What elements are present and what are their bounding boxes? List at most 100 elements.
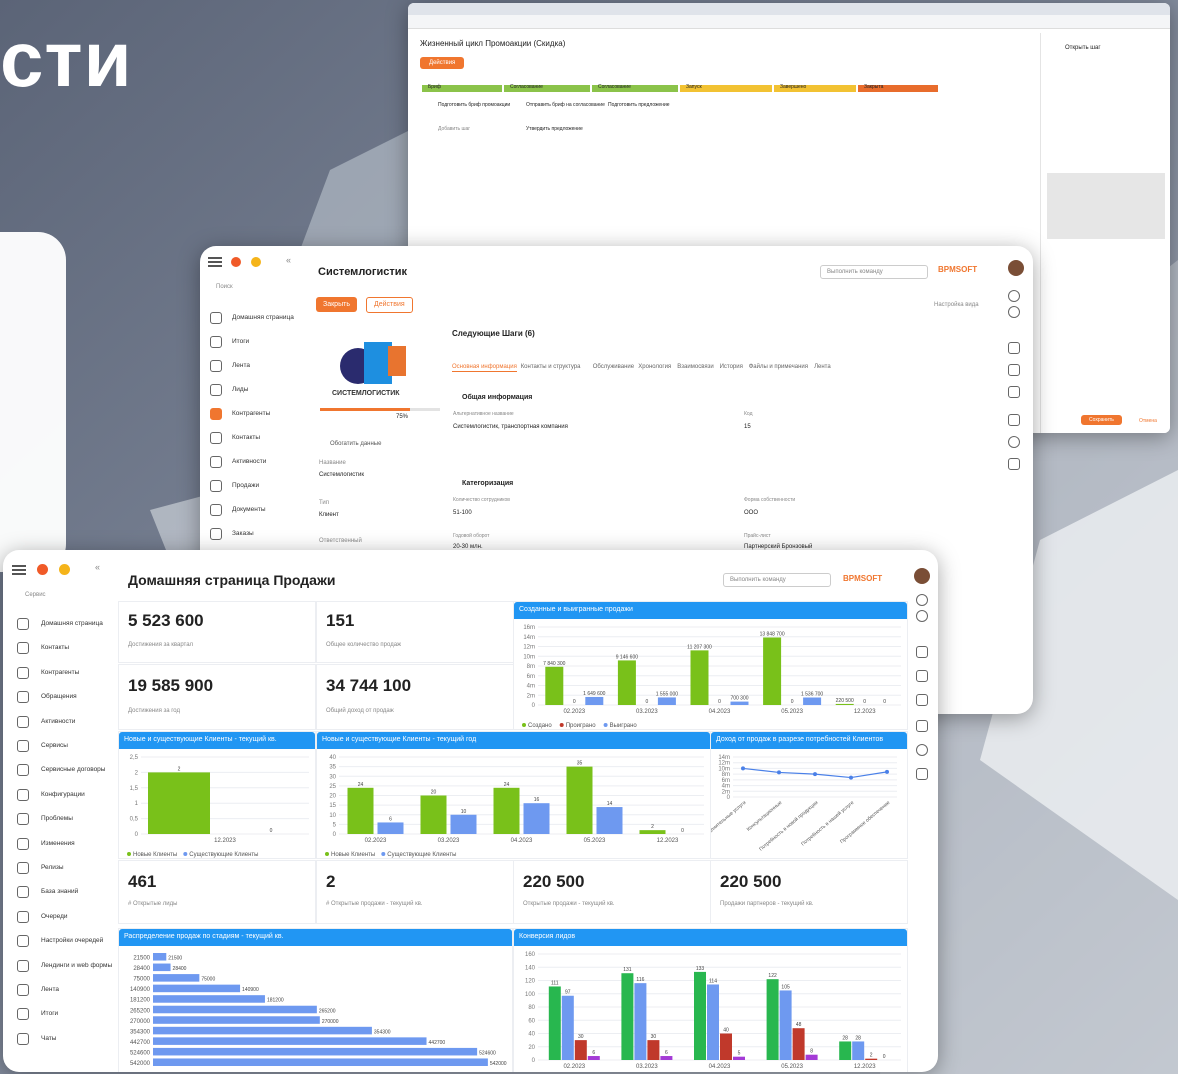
avatar[interactable] [914, 568, 930, 584]
next-steps-title[interactable]: Следующие Шаги (6) [452, 329, 535, 338]
bar-создано[interactable] [690, 650, 709, 705]
bar-выиграно[interactable] [657, 697, 676, 705]
bar-новые-клиенты[interactable] [420, 795, 447, 835]
sidebar-item[interactable]: Продажи [210, 476, 305, 496]
bar-квалифицировано[interactable] [852, 1041, 865, 1060]
settings-icon[interactable] [916, 594, 928, 606]
tab-3[interactable]: Хронология [638, 364, 671, 371]
chat-icon[interactable] [916, 694, 928, 706]
bar-создано[interactable] [763, 637, 782, 705]
bar-квалифицировано[interactable] [561, 995, 574, 1060]
sidebar-item[interactable]: Лента [17, 980, 112, 1000]
sidebar-item[interactable]: База знаний [17, 882, 112, 902]
stage-bar[interactable] [153, 1037, 427, 1045]
feed-icon[interactable] [1008, 414, 1020, 426]
workplace-select[interactable]: Сервис [25, 592, 46, 599]
bar-лиды[interactable] [694, 971, 706, 1060]
add-icon[interactable] [59, 564, 70, 575]
stage[interactable]: Согласование [504, 84, 590, 92]
data-point[interactable] [813, 772, 817, 777]
stage-bar[interactable] [153, 963, 171, 972]
avatar[interactable] [1008, 260, 1024, 276]
sidebar-item[interactable]: Конфигурации [17, 785, 112, 805]
stage-bar[interactable] [153, 1005, 317, 1014]
stage[interactable]: Запуск [680, 84, 772, 92]
settings-icon[interactable] [1008, 290, 1020, 302]
sidebar-item[interactable]: Релизы [17, 858, 112, 878]
help-icon[interactable] [916, 610, 928, 622]
bar-продажи[interactable] [574, 1040, 587, 1060]
notification-icon[interactable] [916, 744, 928, 756]
field-value[interactable]: Системлогистик [319, 472, 364, 479]
bar-выиграно[interactable] [730, 701, 749, 705]
step-card[interactable]: Утвердить предложение [526, 126, 583, 133]
email-icon[interactable] [916, 670, 928, 682]
sidebar-item[interactable]: Контакты [17, 638, 112, 658]
info-value[interactable]: ООО [744, 510, 758, 517]
stage[interactable]: Завершено [774, 84, 856, 92]
bar-выиграно[interactable] [803, 697, 822, 705]
stage-bar[interactable] [153, 984, 241, 993]
bar-существующие-клиенты[interactable] [523, 803, 550, 834]
bar-новые-клиенты[interactable] [566, 766, 593, 834]
sidebar-item[interactable]: Настройки очередей [17, 931, 112, 951]
stage-bar[interactable] [153, 953, 167, 961]
sidebar-item[interactable]: Чаты [17, 1029, 112, 1049]
save-button[interactable]: Сохранить [1081, 415, 1122, 425]
tasks-icon[interactable] [1008, 458, 1020, 470]
stage[interactable]: Согласование [592, 84, 678, 92]
collapse-icon[interactable]: « [95, 562, 100, 572]
bar-продажи[interactable] [647, 1040, 660, 1060]
sidebar-item[interactable]: Документы [210, 500, 305, 520]
tab-1[interactable]: Контакты и структура [521, 364, 581, 371]
stage-bar[interactable] [153, 1016, 320, 1024]
sidebar-item[interactable]: Сервисы [17, 736, 112, 756]
stage-bar[interactable] [153, 1047, 478, 1056]
bar-лиды[interactable] [621, 973, 634, 1060]
bar-существующие-клиенты[interactable] [450, 814, 477, 834]
step-card[interactable]: Отправить бриф на согласование [526, 102, 605, 109]
actions-dropdown[interactable]: Действия [366, 297, 413, 314]
bar-существующие-клиенты[interactable] [596, 807, 623, 834]
data-point[interactable] [741, 766, 745, 771]
sidebar-item[interactable]: Сервисные договоры [17, 760, 112, 780]
sidebar-item[interactable]: Активности [210, 452, 305, 472]
menu-icon[interactable] [208, 257, 222, 259]
bar-создано[interactable] [835, 703, 854, 705]
bar-новые-клиенты[interactable] [493, 787, 520, 834]
sidebar-item[interactable]: Контрагенты [210, 404, 305, 424]
command-input[interactable]: Выполнить команду [820, 265, 928, 279]
stage-bar[interactable] [153, 974, 200, 982]
sidebar-item[interactable]: Итоги [210, 332, 305, 352]
stage-bar[interactable] [153, 995, 265, 1003]
bar-продажи[interactable] [792, 1028, 805, 1060]
bar-лиды[interactable] [548, 986, 561, 1060]
step-card[interactable]: Подготовить бриф промоакции [438, 102, 510, 109]
cancel-button[interactable]: Отмена [1139, 418, 1157, 425]
help-icon[interactable] [1008, 306, 1020, 318]
stage[interactable]: Закрыта [858, 84, 938, 92]
sidebar-item[interactable]: Лендинги и web формы [17, 956, 112, 976]
sidebar-item[interactable]: Домашняя страница [17, 614, 112, 634]
stage-bar[interactable] [153, 1058, 488, 1066]
tab-6[interactable]: Файлы и примечания [749, 364, 808, 371]
collapse-icon[interactable]: « [286, 255, 291, 265]
close-button[interactable]: Закрыть [316, 297, 357, 312]
view-settings-link[interactable]: Настройка вида [934, 302, 979, 309]
tasks-icon[interactable] [916, 768, 928, 780]
sidebar-item[interactable]: Изменения [17, 834, 112, 854]
bar-выиграно[interactable] [585, 696, 604, 705]
record-icon[interactable] [37, 564, 48, 575]
add-icon[interactable] [251, 257, 261, 267]
info-value[interactable]: 15 [744, 424, 751, 431]
tab-5[interactable]: История [720, 364, 743, 371]
sidebar-item[interactable]: Лиды [210, 380, 305, 400]
bar-создано[interactable] [617, 660, 636, 705]
browser-addressbar[interactable] [408, 15, 1170, 29]
bar-новые-клиенты[interactable] [148, 772, 210, 834]
sidebar-item[interactable]: Заказы [210, 524, 305, 544]
sidebar-item[interactable]: Очереди [17, 907, 112, 927]
data-point[interactable] [885, 769, 889, 774]
sidebar-item[interactable]: Активности [17, 712, 112, 732]
sidebar-item[interactable]: Обращения [17, 687, 112, 707]
